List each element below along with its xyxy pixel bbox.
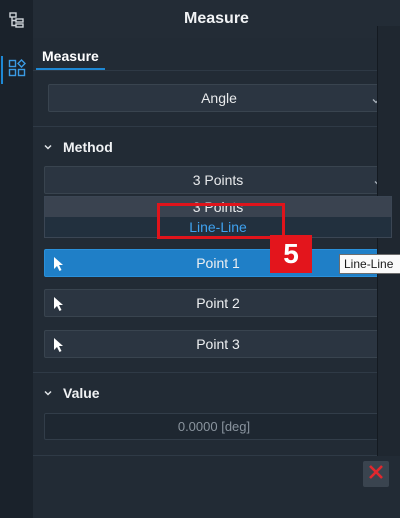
panel-title: Measure	[33, 0, 400, 38]
point-3-label: Point 3	[196, 336, 240, 352]
cursor-arrow-icon	[53, 296, 65, 315]
point-3-button[interactable]: Point 3	[44, 330, 392, 358]
value-label: Value	[63, 385, 100, 401]
tooltip: Line-Line	[339, 254, 400, 274]
tab-measure[interactable]: Measure	[36, 44, 105, 70]
scrollbar[interactable]	[377, 26, 400, 456]
shapes-icon	[8, 58, 26, 82]
divider	[33, 126, 400, 127]
point-2-label: Point 2	[196, 295, 240, 311]
method-value: 3 Points	[192, 172, 244, 188]
value-text: 0.0000 [deg]	[177, 419, 251, 434]
measure-type-value: Angle	[201, 90, 237, 106]
tree-view-button[interactable]	[3, 8, 30, 36]
shapes-button[interactable]	[1, 56, 30, 84]
divider	[33, 372, 400, 373]
highlight-box	[157, 203, 285, 239]
close-button[interactable]	[363, 461, 389, 487]
left-toolbar	[0, 0, 34, 518]
tree-icon	[8, 11, 26, 34]
method-dropdown[interactable]: 3 Points	[44, 166, 392, 194]
point-2-button[interactable]: Point 2	[44, 289, 392, 317]
measure-type-dropdown[interactable]: Angle	[48, 84, 390, 112]
value-section-header[interactable]: Value	[43, 383, 100, 403]
method-section-header[interactable]: Method	[43, 137, 113, 157]
close-icon	[368, 464, 384, 485]
point-1-label: Point 1	[196, 255, 240, 271]
step-badge: 5	[270, 235, 312, 273]
tab-bar: Measure	[33, 38, 400, 71]
cursor-arrow-icon	[53, 337, 65, 356]
chevron-down-icon	[43, 385, 53, 401]
cursor-arrow-icon	[53, 256, 65, 275]
divider	[33, 455, 400, 456]
method-label: Method	[63, 139, 113, 155]
chevron-down-icon	[43, 139, 53, 155]
value-readout: 0.0000 [deg]	[44, 413, 384, 440]
